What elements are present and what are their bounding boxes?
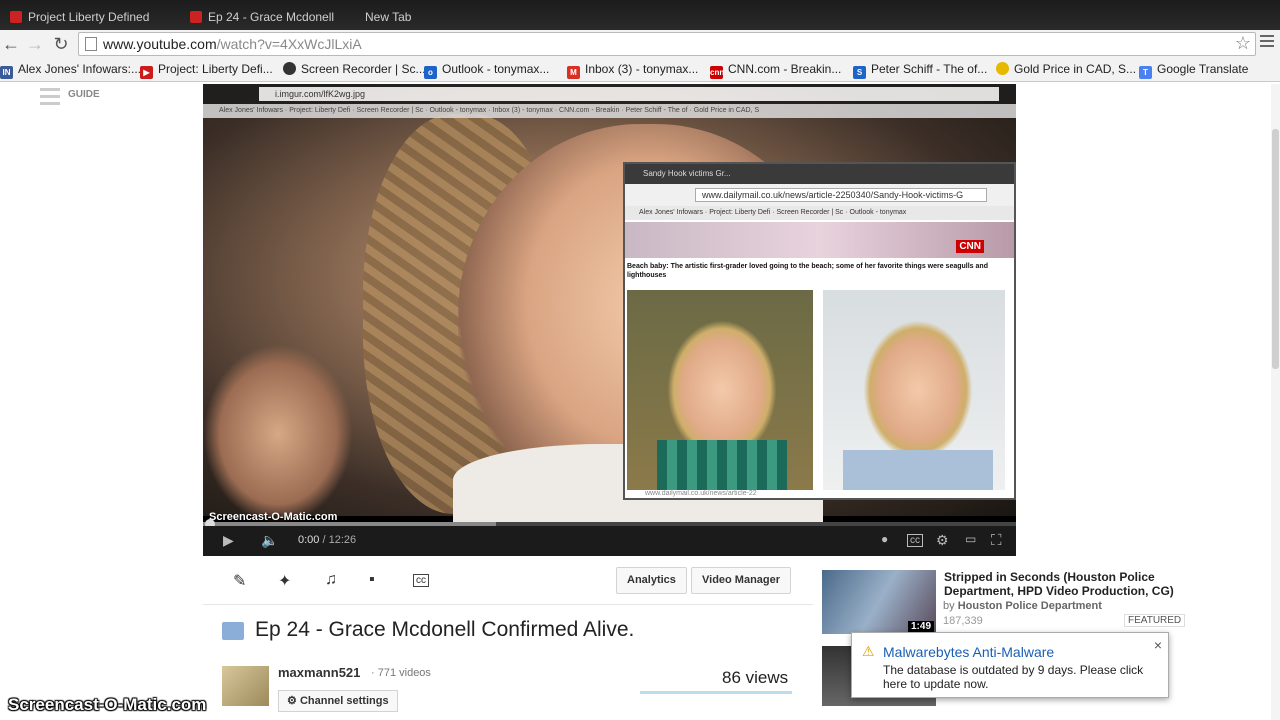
tab-current-video[interactable]: Ep 24 - Grace Mcdonell	[180, 6, 345, 30]
recorded-url: i.imgur.com/lfK2wg.jpg	[259, 87, 999, 101]
address-url: www.youtube.com/watch?v=4XxWcJlLxiA	[103, 36, 362, 52]
youtube-icon	[190, 11, 202, 23]
nested-address-bar: www.dailymail.co.uk/news/article-2250340…	[625, 184, 1014, 206]
video-action-bar: ✎ ✦ ♫ ▪ cc Analytics Video Manager	[203, 557, 813, 605]
featured-badge: FEATURED	[1124, 614, 1186, 627]
notification-body[interactable]: The database is outdated by 9 days. Plea…	[883, 663, 1163, 691]
likes-bar	[640, 691, 792, 694]
channel-avatar[interactable]	[222, 666, 269, 706]
screencast-icon	[283, 62, 296, 75]
video-status-icon	[222, 622, 244, 640]
screencast-watermark: Screencast-O-Matic.com	[8, 695, 207, 714]
play-icon[interactable]: ▶	[223, 532, 234, 549]
infowars-icon: IN	[0, 66, 13, 79]
recorded-browser-bar: i.imgur.com/lfK2wg.jpg Alex Jones' Infow…	[203, 84, 1016, 118]
channel-settings-button[interactable]: ⚙ Channel settings	[278, 690, 398, 712]
gmail-icon: M	[567, 66, 580, 79]
channel-video-count: · 771 videos	[371, 667, 431, 679]
bookmark-cnn[interactable]: cnn CNN.com - Breakin...	[710, 62, 841, 79]
outlook-icon: o	[424, 66, 437, 79]
theater-icon[interactable]: ▭	[965, 532, 976, 546]
page-scrollbar[interactable]	[1271, 84, 1280, 720]
browser-toolbar: ← → ↻ www.youtube.com/watch?v=4XxWcJlLxi…	[0, 30, 1280, 58]
youtube-icon: ▶	[140, 66, 153, 79]
volume-icon[interactable]: 🔈	[261, 532, 278, 549]
nested-caption: Beach baby: The artistic first-grader lo…	[627, 263, 988, 279]
nested-tab-title: Sandy Hook victims Gr...	[625, 164, 1014, 184]
s-icon: S	[853, 66, 866, 79]
warning-icon: ⚠	[862, 643, 875, 659]
related-video-views: 187,339	[943, 615, 983, 627]
nested-browser-window: Sandy Hook victims Gr... www.dailymail.c…	[623, 162, 1016, 500]
edit-pencil-icon[interactable]: ✎	[233, 571, 246, 591]
annotations-bubble-icon[interactable]: ▪	[369, 571, 375, 589]
back-arrow-icon[interactable]: ←	[0, 33, 22, 55]
nested-photo-left	[627, 290, 813, 490]
close-icon[interactable]: ×	[1154, 637, 1162, 653]
view-count: 86 views	[722, 668, 789, 687]
malwarebytes-notification[interactable]: ⚠ Malwarebytes Anti-Malware The database…	[851, 632, 1169, 698]
video-player[interactable]: i.imgur.com/lfK2wg.jpg Alex Jones' Infow…	[203, 84, 1016, 556]
chrome-menu-icon[interactable]	[1260, 35, 1274, 51]
analytics-button[interactable]: Analytics	[616, 567, 687, 594]
bookmark-outlook[interactable]: o Outlook - tonymax...	[424, 62, 549, 79]
cnn-icon: cnn	[710, 66, 725, 79]
player-controls: ▶ 🔈 0:00 / 12:26 ● cc ⚙ ▭ ⛶	[203, 526, 1016, 556]
video-frame[interactable]: i.imgur.com/lfK2wg.jpg Alex Jones' Infow…	[203, 84, 1016, 534]
scrollbar-thumb[interactable]	[1272, 129, 1279, 369]
bookmark-gold-price[interactable]: Gold Price in CAD, S...	[996, 62, 1136, 76]
duration-badge: 1:49	[907, 621, 934, 632]
captions-icon[interactable]: cc	[907, 534, 923, 547]
recorded-bookmarks: Alex Jones' Infowars · Project: Liberty …	[203, 104, 1016, 118]
bookmarks-bar: IN Alex Jones' Infowars:... ▶ Project: Lib…	[0, 58, 1280, 82]
enhance-wand-icon[interactable]: ✦	[278, 571, 291, 591]
bookmark-infowars[interactable]: IN Alex Jones' Infowars:...	[0, 62, 141, 79]
page-icon	[85, 37, 97, 51]
captions-cc-icon[interactable]: cc	[413, 574, 429, 587]
video-title: Ep 24 - Grace Mcdonell Confirmed Alive.	[255, 618, 635, 641]
bookmark-google-translate[interactable]: T Google Translate	[1139, 62, 1248, 79]
tab-project-liberty[interactable]: Project Liberty Defined	[0, 6, 170, 30]
tab-new[interactable]: New Tab	[355, 6, 475, 30]
video-face-child	[203, 344, 353, 524]
settings-gear-icon[interactable]: ⚙	[936, 532, 949, 549]
video-manager-button[interactable]: Video Manager	[691, 567, 792, 594]
related-video-title[interactable]: Stripped in Seconds (Houston Police Depa…	[944, 570, 1194, 598]
forward-arrow-icon[interactable]: →	[24, 33, 46, 55]
hamburger-icon	[40, 88, 60, 109]
time-display: 0:00 / 12:26	[298, 534, 357, 546]
annotations-icon[interactable]: ●	[881, 532, 888, 546]
bookmark-peter-schiff[interactable]: S Peter Schiff - The of...	[853, 62, 987, 79]
translate-icon: T	[1139, 66, 1152, 79]
gear-icon: ⚙	[287, 695, 297, 707]
audio-note-icon[interactable]: ♫	[325, 571, 337, 589]
cnn-logo: CNN	[956, 240, 984, 253]
guide-label: GUIDE	[68, 89, 100, 100]
bookmark-star-icon[interactable]: ☆	[1235, 33, 1251, 54]
bookmark-screen-recorder[interactable]: Screen Recorder | Sc...	[283, 62, 426, 76]
youtube-icon	[10, 11, 22, 23]
nested-bookmarks: Alex Jones' Infowars · Project: Liberty …	[625, 206, 1014, 220]
related-video-thumbnail[interactable]: 1:49	[822, 570, 936, 634]
gold-icon	[996, 62, 1009, 75]
fullscreen-icon[interactable]: ⛶	[991, 532, 1002, 549]
related-video-channel: by Houston Police Department	[943, 600, 1102, 612]
bookmark-project-liberty[interactable]: ▶ Project: Liberty Defi...	[140, 62, 273, 79]
address-bar[interactable]: www.youtube.com/watch?v=4XxWcJlLxiA ☆	[78, 32, 1256, 56]
nested-photo-right	[823, 290, 1005, 490]
channel-name[interactable]: maxmann521	[278, 665, 360, 680]
tab-strip: Project Liberty Defined Ep 24 - Grace Mc…	[0, 0, 1280, 30]
nested-status: www.dailymail.co.uk/news/article-22	[645, 490, 757, 497]
bookmark-inbox[interactable]: M Inbox (3) - tonymax...	[567, 62, 698, 79]
notification-title: Malwarebytes Anti-Malware	[883, 644, 1055, 660]
reload-icon[interactable]: ↻	[50, 33, 72, 55]
